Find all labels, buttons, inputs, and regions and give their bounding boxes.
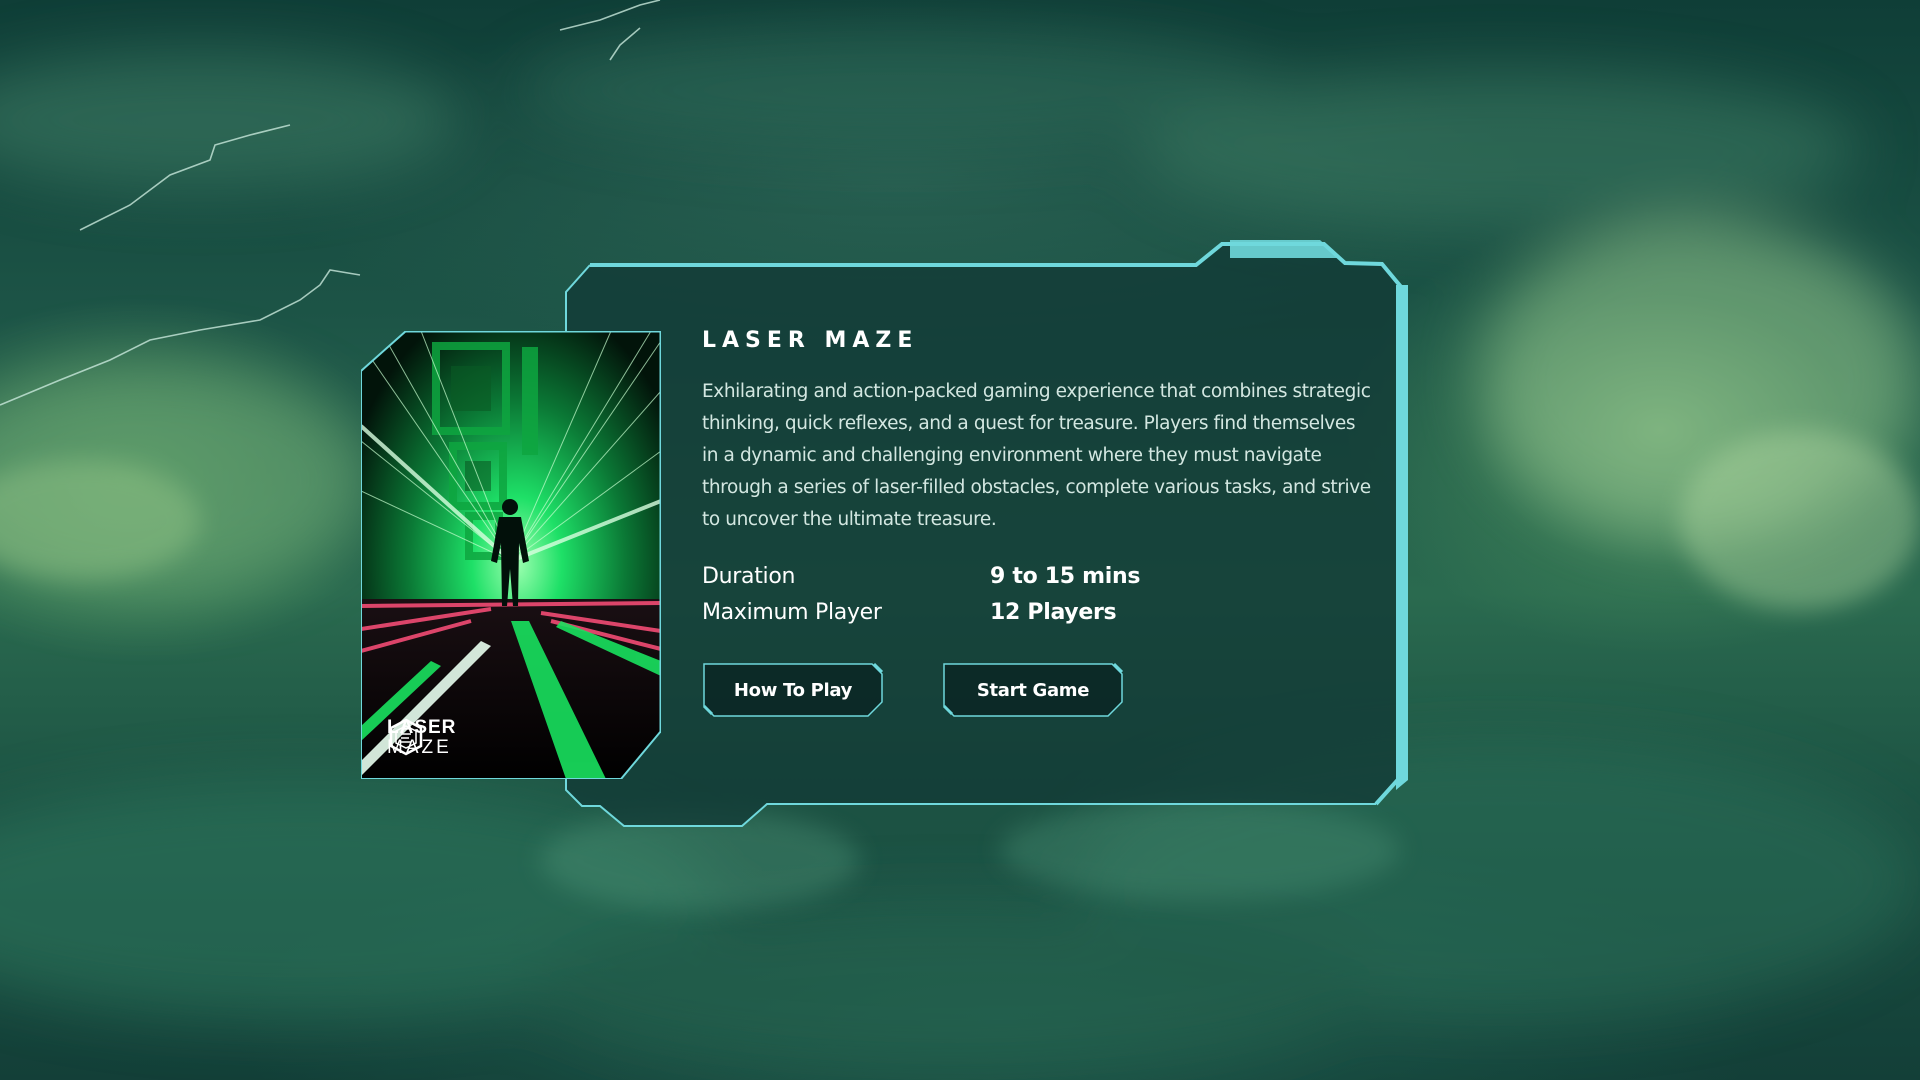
info-panel-frame <box>565 240 1408 827</box>
game-description: Exhilarating and action-packed gaming ex… <box>702 381 1371 530</box>
game-title: LASER MAZE <box>702 328 919 353</box>
start-game-label: Start Game <box>976 679 1090 701</box>
duration-label: Duration <box>702 564 796 589</box>
max-player-label: Maximum Player <box>702 600 882 625</box>
hexagon-maze-logo-icon <box>389 718 423 756</box>
game-cover-art: LASER MAZE <box>361 331 661 779</box>
how-to-play-label: How To Play <box>733 679 853 701</box>
duration-value: 9 to 15 mins <box>990 564 1141 589</box>
max-player-value: 12 Players <box>990 600 1117 625</box>
how-to-play-button[interactable]: How To Play <box>702 662 884 718</box>
storm-cloud-background <box>0 0 1920 1080</box>
start-game-button[interactable]: Start Game <box>942 662 1124 718</box>
cover-logo: LASER MAZE <box>387 718 456 758</box>
